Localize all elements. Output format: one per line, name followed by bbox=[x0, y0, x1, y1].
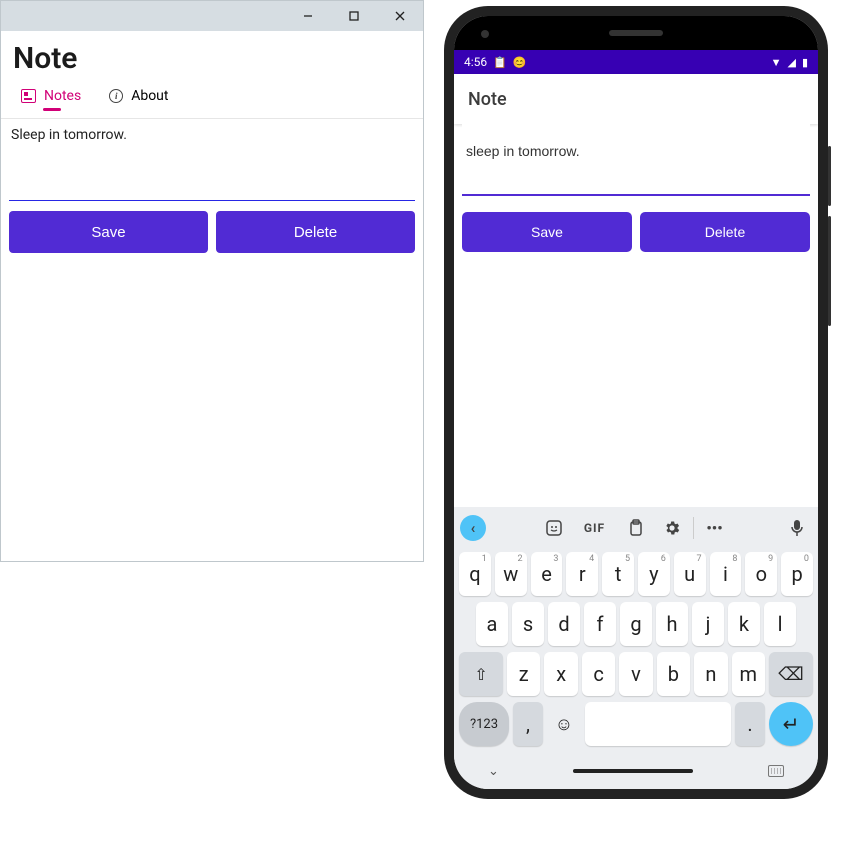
backspace-key[interactable]: ⌫ bbox=[769, 652, 813, 696]
key-n[interactable]: n bbox=[694, 652, 727, 696]
key-z[interactable]: z bbox=[507, 652, 540, 696]
page-title: Note bbox=[13, 41, 411, 76]
key-a[interactable]: a bbox=[476, 602, 508, 646]
close-button[interactable] bbox=[377, 1, 423, 31]
enter-key[interactable]: ↵ bbox=[769, 702, 813, 746]
save-button[interactable]: Save bbox=[462, 212, 632, 252]
gif-button[interactable]: GIF bbox=[575, 513, 615, 543]
speaker-grill bbox=[609, 30, 663, 36]
phone-power-button bbox=[828, 146, 831, 206]
key-o[interactable]: o9 bbox=[745, 552, 777, 596]
emoji-key[interactable]: ☺ bbox=[547, 702, 581, 746]
save-button[interactable]: Save bbox=[9, 211, 208, 253]
android-nav-bar: ⌄ bbox=[454, 753, 818, 789]
nav-keyboard-switch-icon[interactable] bbox=[768, 765, 784, 777]
key-k[interactable]: k bbox=[728, 602, 760, 646]
keyboard-toolbar: ‹ GIF ••• bbox=[454, 507, 818, 549]
status-notif-icon: 📋 bbox=[493, 56, 507, 69]
button-row: Save Delete bbox=[9, 211, 415, 253]
key-p[interactable]: p0 bbox=[781, 552, 813, 596]
key-q[interactable]: q1 bbox=[459, 552, 491, 596]
key-e[interactable]: e3 bbox=[531, 552, 563, 596]
keyboard-row-1: q1w2e3r4t5y6u7i8o9p0 bbox=[454, 549, 818, 599]
status-notif-icon2: 😊 bbox=[513, 56, 527, 69]
key-u[interactable]: u7 bbox=[674, 552, 706, 596]
tab-notes[interactable]: Notes bbox=[21, 88, 81, 110]
sticker-icon[interactable] bbox=[539, 513, 569, 543]
app-bar-title: Note bbox=[468, 89, 507, 110]
status-bar: 4:56 📋 😊 ▼ ◢ ▮ bbox=[454, 50, 818, 74]
maximize-button[interactable] bbox=[331, 1, 377, 31]
keyboard-row-2: asdfghjkl bbox=[454, 599, 818, 649]
space-key[interactable] bbox=[585, 702, 731, 746]
status-time: 4:56 bbox=[464, 55, 487, 69]
soft-keyboard: ‹ GIF ••• q1w2e3r4t5y6u7i8o bbox=[454, 507, 818, 753]
note-text-input[interactable] bbox=[9, 119, 415, 201]
phone-screen: 4:56 📋 😊 ▼ ◢ ▮ Note Save Delete ‹ bbox=[454, 16, 818, 789]
keyboard-row-4: ?123 , ☺ . ↵ bbox=[454, 699, 818, 749]
tab-about-label: About bbox=[131, 88, 168, 104]
desktop-window: Note Notes i About Save Delete bbox=[0, 0, 424, 562]
nav-home-pill[interactable] bbox=[573, 769, 693, 773]
key-b[interactable]: b bbox=[657, 652, 690, 696]
button-row: Save Delete bbox=[462, 212, 810, 252]
wifi-icon: ▼ bbox=[771, 56, 782, 69]
key-v[interactable]: v bbox=[619, 652, 652, 696]
phone-bezel-top bbox=[454, 16, 818, 50]
notes-icon bbox=[21, 89, 36, 103]
delete-button[interactable]: Delete bbox=[640, 212, 810, 252]
phone-device-frame: 4:56 📋 😊 ▼ ◢ ▮ Note Save Delete ‹ bbox=[444, 6, 828, 799]
key-d[interactable]: d bbox=[548, 602, 580, 646]
key-w[interactable]: w2 bbox=[495, 552, 527, 596]
key-t[interactable]: t5 bbox=[602, 552, 634, 596]
key-f[interactable]: f bbox=[584, 602, 616, 646]
phone-content: Save Delete bbox=[454, 124, 818, 507]
mic-icon[interactable] bbox=[782, 513, 812, 543]
window-titlebar bbox=[1, 1, 423, 31]
key-g[interactable]: g bbox=[620, 602, 652, 646]
comma-key[interactable]: , bbox=[513, 702, 543, 746]
tab-notes-label: Notes bbox=[44, 88, 81, 104]
key-r[interactable]: r4 bbox=[566, 552, 598, 596]
key-y[interactable]: y6 bbox=[638, 552, 670, 596]
key-s[interactable]: s bbox=[512, 602, 544, 646]
key-i[interactable]: i8 bbox=[710, 552, 742, 596]
header: Note Notes i About bbox=[1, 31, 423, 119]
gear-icon[interactable] bbox=[657, 513, 687, 543]
key-h[interactable]: h bbox=[656, 602, 688, 646]
shift-key[interactable]: ⇧ bbox=[459, 652, 503, 696]
key-m[interactable]: m bbox=[732, 652, 765, 696]
keyboard-row-3: ⇧ zxcvbnm ⌫ bbox=[454, 649, 818, 699]
period-key[interactable]: . bbox=[735, 702, 765, 746]
front-camera bbox=[481, 30, 489, 38]
symbols-key[interactable]: ?123 bbox=[459, 702, 509, 746]
tab-strip: Notes i About bbox=[13, 88, 411, 110]
key-c[interactable]: c bbox=[582, 652, 615, 696]
delete-button[interactable]: Delete bbox=[216, 211, 415, 253]
key-j[interactable]: j bbox=[692, 602, 724, 646]
battery-icon: ▮ bbox=[802, 56, 808, 69]
keyboard-collapse-left-icon[interactable]: ‹ bbox=[460, 515, 486, 541]
info-icon: i bbox=[109, 89, 123, 103]
content-area: Save Delete bbox=[1, 119, 423, 561]
tab-about[interactable]: i About bbox=[109, 88, 168, 110]
more-icon[interactable]: ••• bbox=[700, 513, 730, 543]
phone-volume-button bbox=[828, 216, 831, 326]
note-text-input[interactable] bbox=[462, 124, 810, 196]
minimize-button[interactable] bbox=[285, 1, 331, 31]
clipboard-icon[interactable] bbox=[621, 513, 651, 543]
signal-icon: ◢ bbox=[787, 56, 795, 69]
key-l[interactable]: l bbox=[764, 602, 796, 646]
app-bar: Note bbox=[454, 74, 818, 124]
key-x[interactable]: x bbox=[544, 652, 577, 696]
nav-collapse-icon[interactable]: ⌄ bbox=[488, 764, 499, 779]
